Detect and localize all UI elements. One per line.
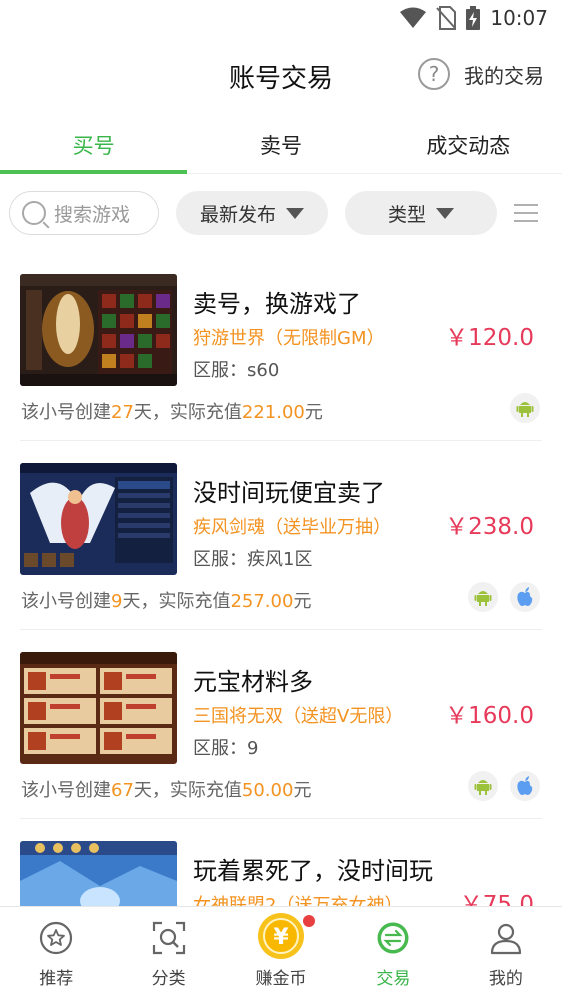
type-label: 类型: [387, 203, 426, 226]
tab-sell[interactable]: 卖号: [187, 118, 374, 173]
listing-item[interactable]: 卖号，换游戏了 狩游世界（无限制GM） 区服：s60 ￥120.0 该小号创建2…: [0, 252, 562, 441]
sort-label: 最新发布: [199, 203, 276, 226]
listing-item[interactable]: 没时间玩便宜卖了 疾风剑魂（送毕业万抽） 区服：疾风1区 ￥238.0 该小号创…: [0, 441, 562, 630]
note-amount: 257.00: [230, 591, 294, 612]
nav-label: 分类: [151, 969, 186, 989]
listing-price: ￥160.0: [445, 703, 534, 729]
apple-icon: [510, 582, 540, 612]
tab-deals[interactable]: 成交动态: [375, 118, 562, 173]
android-icon: [468, 771, 498, 801]
app-header: 账号交易 ? 我的交易: [0, 50, 562, 106]
star-circle-icon: [40, 921, 73, 955]
note-suffix: 元: [293, 780, 312, 801]
search-icon: [22, 201, 46, 225]
notification-badge: [302, 915, 315, 927]
listing-title: 卖号，换游戏了: [193, 290, 361, 318]
listing-server: 区服：疾风1区: [193, 549, 313, 570]
listing-account-info: 该小号创建9天，实际充值257.00元: [21, 587, 311, 613]
note-mid: 天，实际充值: [122, 591, 231, 612]
listing-price: ￥238.0: [445, 514, 534, 540]
nav-recommend[interactable]: 推荐: [0, 907, 112, 999]
apple-icon: [510, 771, 540, 801]
nav-trade[interactable]: 交易: [337, 907, 449, 999]
listing-title: 玩着累死了，没时间玩: [193, 857, 433, 885]
note-prefix: 该小号创建: [21, 591, 111, 612]
tab-buy[interactable]: 买号: [0, 118, 188, 174]
note-suffix: 元: [293, 591, 312, 612]
my-trades-label: 我的交易: [464, 63, 544, 88]
user-icon: [490, 923, 521, 955]
note-amount: 221.00: [241, 402, 305, 423]
listing-price: ￥120.0: [445, 325, 534, 351]
note-days: 27: [111, 402, 134, 423]
my-trades-button[interactable]: ? 我的交易: [418, 58, 544, 90]
listing-server: 区服：9: [193, 738, 259, 759]
game-screenshot-thumbnail: [20, 652, 177, 764]
note-days: 67: [111, 780, 134, 801]
nav-category[interactable]: 分类: [112, 907, 224, 999]
note-prefix: 该小号创建: [21, 780, 111, 801]
tab-bar: 买号 卖号 成交动态: [0, 118, 562, 174]
listing-game-name: 三国将无双（送超V无限）: [193, 706, 404, 727]
nav-label: 交易: [376, 969, 411, 989]
note-prefix: 该小号创建: [21, 402, 111, 423]
yen-coin-icon: ¥: [258, 913, 305, 959]
note-mid: 天，实际充值: [133, 402, 242, 423]
sort-dropdown[interactable]: 最新发布: [176, 191, 328, 235]
no-sim-icon: [436, 6, 457, 30]
nav-mine[interactable]: 我的: [450, 907, 562, 999]
listing-server: 区服：s60: [193, 360, 280, 381]
android-icon: [510, 393, 540, 423]
bottom-navigation: 推荐 分类 ¥ 赚金币 交易 我的: [0, 906, 562, 999]
game-screenshot-thumbnail: [20, 463, 177, 575]
nav-label: 推荐: [39, 969, 74, 989]
listing-account-info: 该小号创建27天，实际充值221.00元: [21, 398, 323, 424]
battery-charging-icon: [466, 6, 481, 30]
help-icon[interactable]: ?: [418, 58, 450, 90]
search-input[interactable]: 搜索游戏: [9, 191, 159, 235]
note-suffix: 元: [304, 402, 323, 423]
android-icon: [468, 582, 498, 612]
listing-game-name: 狩游世界（无限制GM）: [193, 328, 385, 349]
wifi-icon: [400, 7, 427, 28]
listing-title: 没时间玩便宜卖了: [193, 479, 385, 507]
listing-account-info: 该小号创建67天，实际充值50.00元: [21, 776, 311, 802]
clock: 10:07: [490, 6, 548, 30]
nav-label: 我的: [488, 969, 523, 989]
search-placeholder: 搜索游戏: [54, 203, 131, 226]
svg-text:¥: ¥: [273, 925, 289, 950]
triangle-down-icon: [436, 207, 454, 219]
listing-item[interactable]: 元宝材料多 三国将无双（送超V无限） 区服：9 ￥160.0 该小号创建67天，…: [0, 630, 562, 819]
note-mid: 天，实际充值: [133, 780, 242, 801]
status-bar: 10:07: [0, 0, 562, 38]
nav-label: 赚金币: [255, 969, 307, 989]
listing-title: 元宝材料多: [193, 668, 313, 696]
exchange-icon: [377, 922, 409, 954]
listing-game-name: 疾风剑魂（送毕业万抽）: [193, 517, 391, 538]
scan-search-icon: [152, 921, 185, 955]
note-amount: 50.00: [241, 780, 294, 801]
note-days: 9: [111, 591, 123, 612]
list-view-icon[interactable]: [514, 202, 538, 224]
filter-bar: 搜索游戏 最新发布 类型: [0, 190, 562, 236]
game-screenshot-thumbnail: [20, 274, 177, 386]
triangle-down-icon: [286, 207, 304, 219]
nav-earn-coins[interactable]: ¥ 赚金币: [225, 907, 337, 999]
type-dropdown[interactable]: 类型: [345, 191, 497, 235]
